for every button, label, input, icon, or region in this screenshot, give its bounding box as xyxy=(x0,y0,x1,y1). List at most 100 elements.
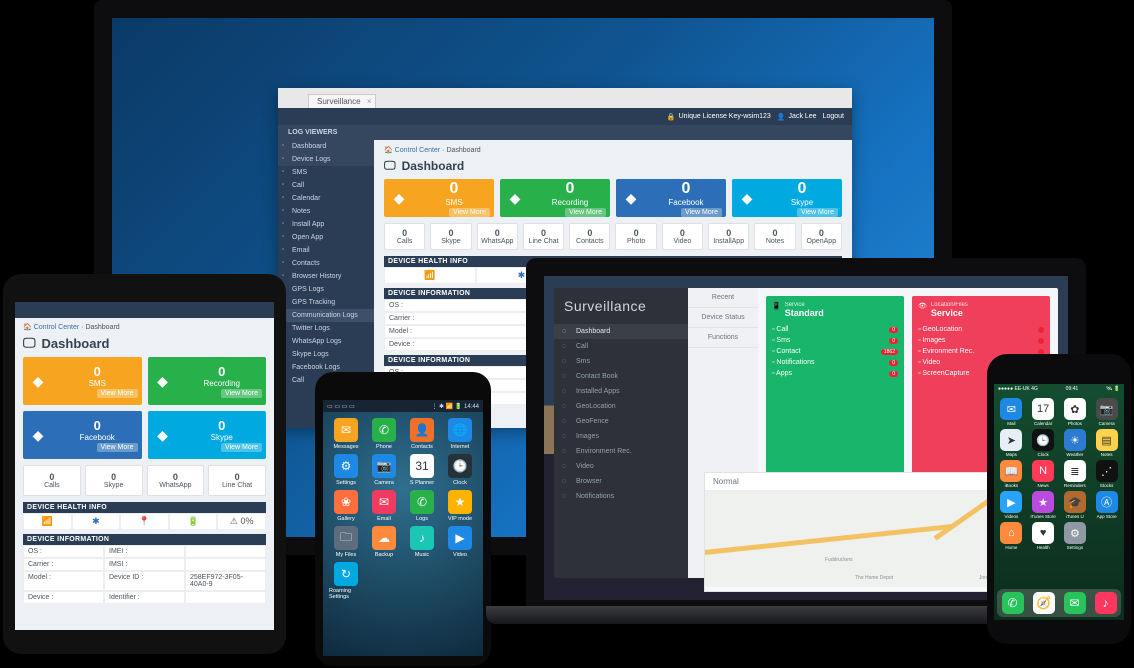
app-icon[interactable]: ✆Logs xyxy=(405,490,439,522)
stat-tile[interactable]: ◆0RecordingView More xyxy=(148,357,267,405)
app-icon[interactable]: ♥Health xyxy=(1029,522,1058,550)
stat-tile[interactable]: ◆0SkypeView More xyxy=(732,179,842,217)
mini-stat[interactable]: 0Line Chat xyxy=(208,465,266,496)
stat-tile[interactable]: ◆0FacebookView More xyxy=(23,411,142,459)
app-icon[interactable]: ▶Videos xyxy=(997,491,1026,519)
view-more-button[interactable]: View More xyxy=(97,389,138,398)
sidebar-item[interactable]: ▫WhatsApp Logs xyxy=(278,335,374,348)
mini-stat[interactable]: 0WhatsApp xyxy=(477,223,518,250)
svc-row[interactable]: ▫ Notifications0 xyxy=(772,357,898,368)
app-icon[interactable]: ▤Notes xyxy=(1092,429,1121,457)
sidebar-item[interactable]: ▫Open App xyxy=(278,231,374,244)
mini-stat[interactable]: 0Line Chat xyxy=(523,223,564,250)
laptop-nav-item[interactable]: ◌GeoFence xyxy=(554,414,700,429)
svc-row[interactable]: ▫ Contact1862 xyxy=(772,346,898,357)
app-icon[interactable]: 📷Camera xyxy=(367,454,401,486)
app-icon[interactable]: 📖iBooks xyxy=(997,460,1026,488)
app-icon[interactable]: ▶Video xyxy=(443,526,477,558)
mini-stat[interactable]: 0Skype xyxy=(430,223,471,250)
dock-app[interactable]: ✉ xyxy=(1064,592,1086,614)
app-icon[interactable]: ❀Gallery xyxy=(329,490,363,522)
laptop-nav-item[interactable]: ◌Images xyxy=(554,429,700,444)
app-icon[interactable]: NNews xyxy=(1029,460,1058,488)
app-icon[interactable]: 📷Camera xyxy=(1092,398,1121,426)
dock-app[interactable]: ✆ xyxy=(1002,592,1024,614)
mini-stat[interactable]: 0Calls xyxy=(23,465,81,496)
sidebar-item[interactable]: ▫Device Logs xyxy=(278,153,374,166)
app-icon[interactable]: ☁Backup xyxy=(367,526,401,558)
laptop-nav-item[interactable]: ◌Environment Rec. xyxy=(554,444,700,459)
view-more-button[interactable]: View More xyxy=(221,389,262,398)
laptop-nav-item[interactable]: ◌Notifications xyxy=(554,489,700,504)
sidebar-item[interactable]: ▫Email xyxy=(278,244,374,257)
laptop-nav-item[interactable]: ◌Video xyxy=(554,459,700,474)
laptop-nav-item[interactable]: ◌Call xyxy=(554,339,700,354)
mini-stat[interactable]: 0OpenApp xyxy=(801,223,842,250)
mini-stat[interactable]: 0Notes xyxy=(754,223,795,250)
mini-stat[interactable]: 0InstallApp xyxy=(708,223,749,250)
browser-tab[interactable]: Surveillance × xyxy=(308,94,376,108)
breadcrumb-home[interactable]: Control Center xyxy=(34,324,80,331)
sidebar-item[interactable]: ▫GPS Logs xyxy=(278,283,374,296)
view-more-button[interactable]: View More xyxy=(565,208,606,217)
sidebar-item[interactable]: ▫Call xyxy=(278,179,374,192)
laptop-nav-item[interactable]: ◌Sms xyxy=(554,354,700,369)
app-icon[interactable]: 👤Contacts xyxy=(405,418,439,450)
mini-stat[interactable]: 0Calls xyxy=(384,223,425,250)
mini-stat[interactable]: 0Video xyxy=(662,223,703,250)
dock-app[interactable]: 🧭 xyxy=(1033,592,1055,614)
app-icon[interactable]: ✿Photos xyxy=(1061,398,1090,426)
breadcrumb-home[interactable]: Control Center xyxy=(395,147,441,154)
view-more-button[interactable]: View More xyxy=(221,443,262,452)
view-more-button[interactable]: View More xyxy=(681,208,722,217)
sidebar-item[interactable]: ▫SMS xyxy=(278,166,374,179)
app-icon[interactable]: ♪Music xyxy=(405,526,439,558)
app-icon[interactable]: ↻Roaming Settings xyxy=(329,562,363,600)
laptop-tab[interactable]: Functions xyxy=(688,328,758,348)
app-icon[interactable]: ☀Weather xyxy=(1061,429,1090,457)
dock-app[interactable]: ♪ xyxy=(1095,592,1117,614)
mini-stat[interactable]: 0Photo xyxy=(615,223,656,250)
close-icon[interactable]: × xyxy=(367,97,372,106)
app-icon[interactable]: ★iTunes Store xyxy=(1029,491,1058,519)
sidebar-item[interactable]: ▫Skype Logs xyxy=(278,348,374,361)
laptop-nav-item[interactable]: ◌GeoLocation xyxy=(554,399,700,414)
sidebar-item[interactable]: ▫Calendar xyxy=(278,192,374,205)
laptop-nav-item[interactable]: ◌Installed Apps xyxy=(554,384,700,399)
view-more-button[interactable]: View More xyxy=(97,443,138,452)
app-icon[interactable]: 🌐Internet xyxy=(443,418,477,450)
app-icon[interactable]: ★VIP mode xyxy=(443,490,477,522)
app-icon[interactable]: ✉Messages xyxy=(329,418,363,450)
view-more-button[interactable]: View More xyxy=(797,208,838,217)
view-more-button[interactable]: View More xyxy=(449,208,490,217)
app-icon[interactable]: 31S Planner xyxy=(405,454,439,486)
sidebar-item[interactable]: ▫Contacts xyxy=(278,257,374,270)
stat-tile[interactable]: ◆0SMSView More xyxy=(23,357,142,405)
laptop-nav-item[interactable]: ◌Contact Book xyxy=(554,369,700,384)
mini-stat[interactable]: 0WhatsApp xyxy=(147,465,205,496)
sidebar-item[interactable]: ▫Communication Logs xyxy=(278,309,374,322)
svc-row[interactable]: ▫ Images xyxy=(918,335,1044,346)
app-icon[interactable]: ≣Reminders xyxy=(1061,460,1090,488)
sidebar-item[interactable]: ▫Install App xyxy=(278,218,374,231)
app-icon[interactable]: ✉Mail xyxy=(997,398,1026,426)
stat-tile[interactable]: ◆0SMSView More xyxy=(384,179,494,217)
laptop-tab[interactable]: Device Status xyxy=(688,308,758,328)
mini-stat[interactable]: 0Contacts xyxy=(569,223,610,250)
svc-row[interactable]: ▫ Call0 xyxy=(772,324,898,335)
app-icon[interactable]: ⌂Home xyxy=(997,522,1026,550)
app-icon[interactable]: ⚙Settings xyxy=(329,454,363,486)
app-icon[interactable]: 🗀My Files xyxy=(329,526,363,558)
laptop-nav-item[interactable]: ◌Browser xyxy=(554,474,700,489)
app-icon[interactable]: 17Calendar xyxy=(1029,398,1058,426)
sidebar-item[interactable]: ▫Dashboard xyxy=(278,140,374,153)
app-icon[interactable]: ✉Email xyxy=(367,490,401,522)
app-icon[interactable]: ✆Phone xyxy=(367,418,401,450)
app-icon[interactable]: ⒶApp Store xyxy=(1092,491,1121,519)
sidebar-item[interactable]: ▫Notes xyxy=(278,205,374,218)
stat-tile[interactable]: ◆0SkypeView More xyxy=(148,411,267,459)
stat-tile[interactable]: ◆0RecordingView More xyxy=(500,179,610,217)
sidebar-item[interactable]: ▫Browser History xyxy=(278,270,374,283)
svc-row[interactable]: ▫ GeoLocation xyxy=(918,324,1044,335)
stat-tile[interactable]: ◆0FacebookView More xyxy=(616,179,726,217)
